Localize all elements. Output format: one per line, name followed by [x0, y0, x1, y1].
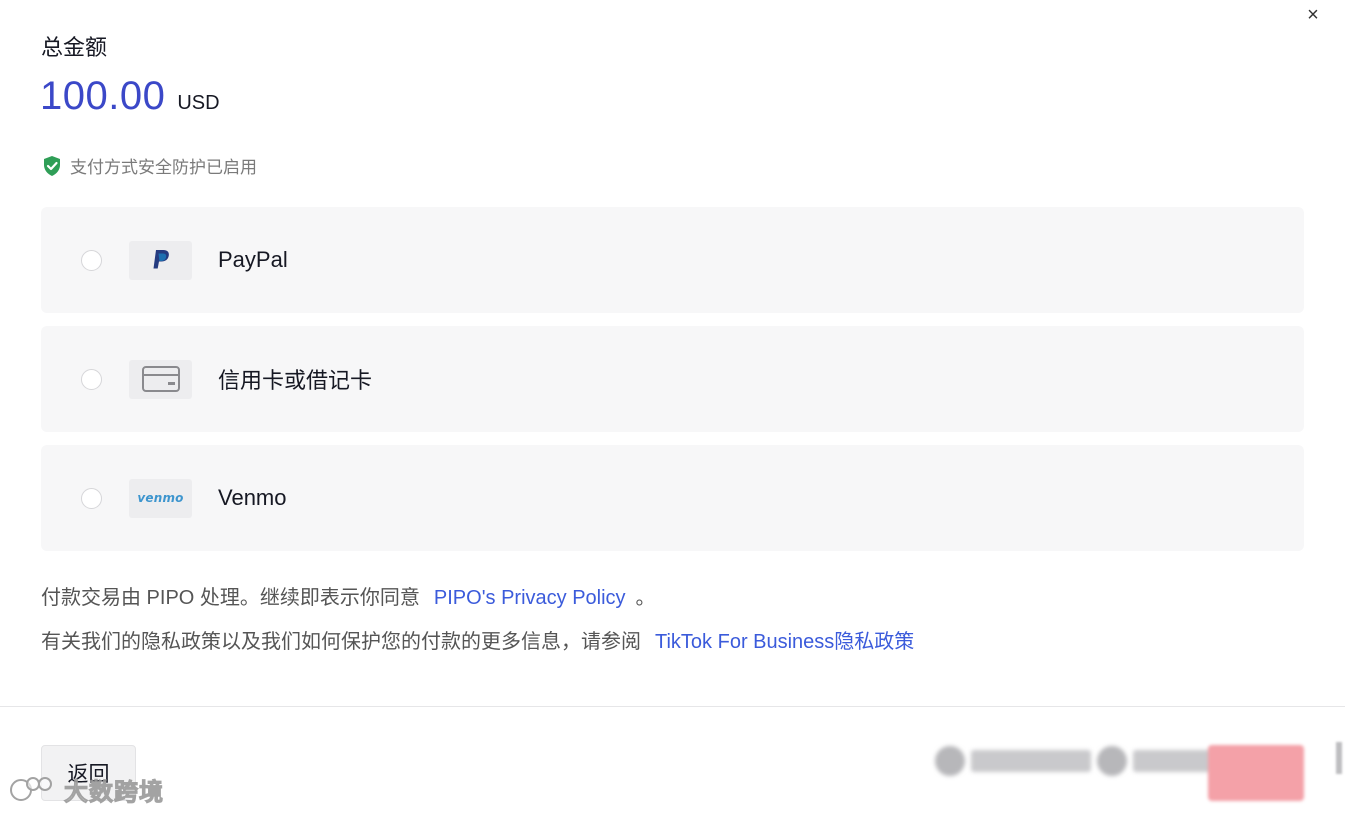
blurred-text	[971, 750, 1091, 772]
legal-notice-tiktok: 有关我们的隐私政策以及我们如何保护您的付款的更多信息，请参阅 TikTok For…	[41, 625, 914, 654]
confirm-button[interactable]	[1208, 745, 1304, 801]
total-amount-label: 总金额	[41, 35, 108, 60]
paypal-label: PayPal	[218, 247, 288, 272]
card-label: 信用卡或借记卡	[218, 368, 373, 393]
paypal-logo	[129, 240, 192, 280]
legal-period: 。	[635, 587, 656, 609]
legal-text-1: 付款交易由 PIPO 处理。继续即表示你同意	[41, 587, 420, 609]
card-radio[interactable]	[81, 368, 102, 390]
venmo-label: Venmo	[218, 485, 287, 510]
footer-divider	[0, 706, 1345, 707]
payment-method-list: PayPal 信用卡或借记卡 venmo Venmo	[41, 207, 1304, 564]
venmo-logo: venmo	[129, 478, 192, 518]
paypal-icon	[153, 250, 169, 269]
paypal-radio[interactable]	[81, 249, 102, 271]
venmo-radio[interactable]	[81, 487, 102, 509]
amount-value: 100.00	[40, 74, 166, 118]
amount-row: 100.00 USD	[40, 74, 220, 119]
amount-currency: USD	[177, 92, 220, 114]
credit-card-logo	[129, 359, 192, 399]
tiktok-privacy-link[interactable]: TikTok For Business隐私政策	[655, 631, 914, 653]
venmo-logo-text: venmo	[137, 491, 184, 505]
payment-method-venmo[interactable]: venmo Venmo	[41, 445, 1304, 551]
pipo-privacy-link[interactable]: PIPO's Privacy Policy	[434, 587, 626, 609]
watermark-logo-icon	[8, 775, 60, 805]
watermark: 大数跨境	[8, 772, 164, 807]
legal-text-2: 有关我们的隐私政策以及我们如何保护您的付款的更多信息，请参阅	[41, 631, 641, 653]
close-button[interactable]: ×	[1300, 2, 1326, 28]
legal-notice-pipo: 付款交易由 PIPO 处理。继续即表示你同意 PIPO's Privacy Pol…	[41, 581, 656, 610]
blurred-edge-mark	[1336, 742, 1342, 774]
payment-method-paypal[interactable]: PayPal	[41, 207, 1304, 313]
credit-card-icon	[141, 366, 180, 392]
shield-check-icon	[44, 155, 60, 176]
close-icon: ×	[1307, 4, 1319, 26]
payment-method-card[interactable]: 信用卡或借记卡	[41, 326, 1304, 432]
payment-dialog: × 总金额 100.00 USD 支付方式安全防护已启用 PayPal 信用卡或…	[0, 0, 1345, 815]
security-note: 支付方式安全防护已启用	[42, 153, 257, 178]
blurred-icon	[1097, 746, 1127, 776]
security-note-text: 支付方式安全防护已启用	[70, 158, 257, 177]
watermark-text: 大数跨境	[64, 779, 164, 807]
blurred-avatar	[935, 746, 965, 776]
